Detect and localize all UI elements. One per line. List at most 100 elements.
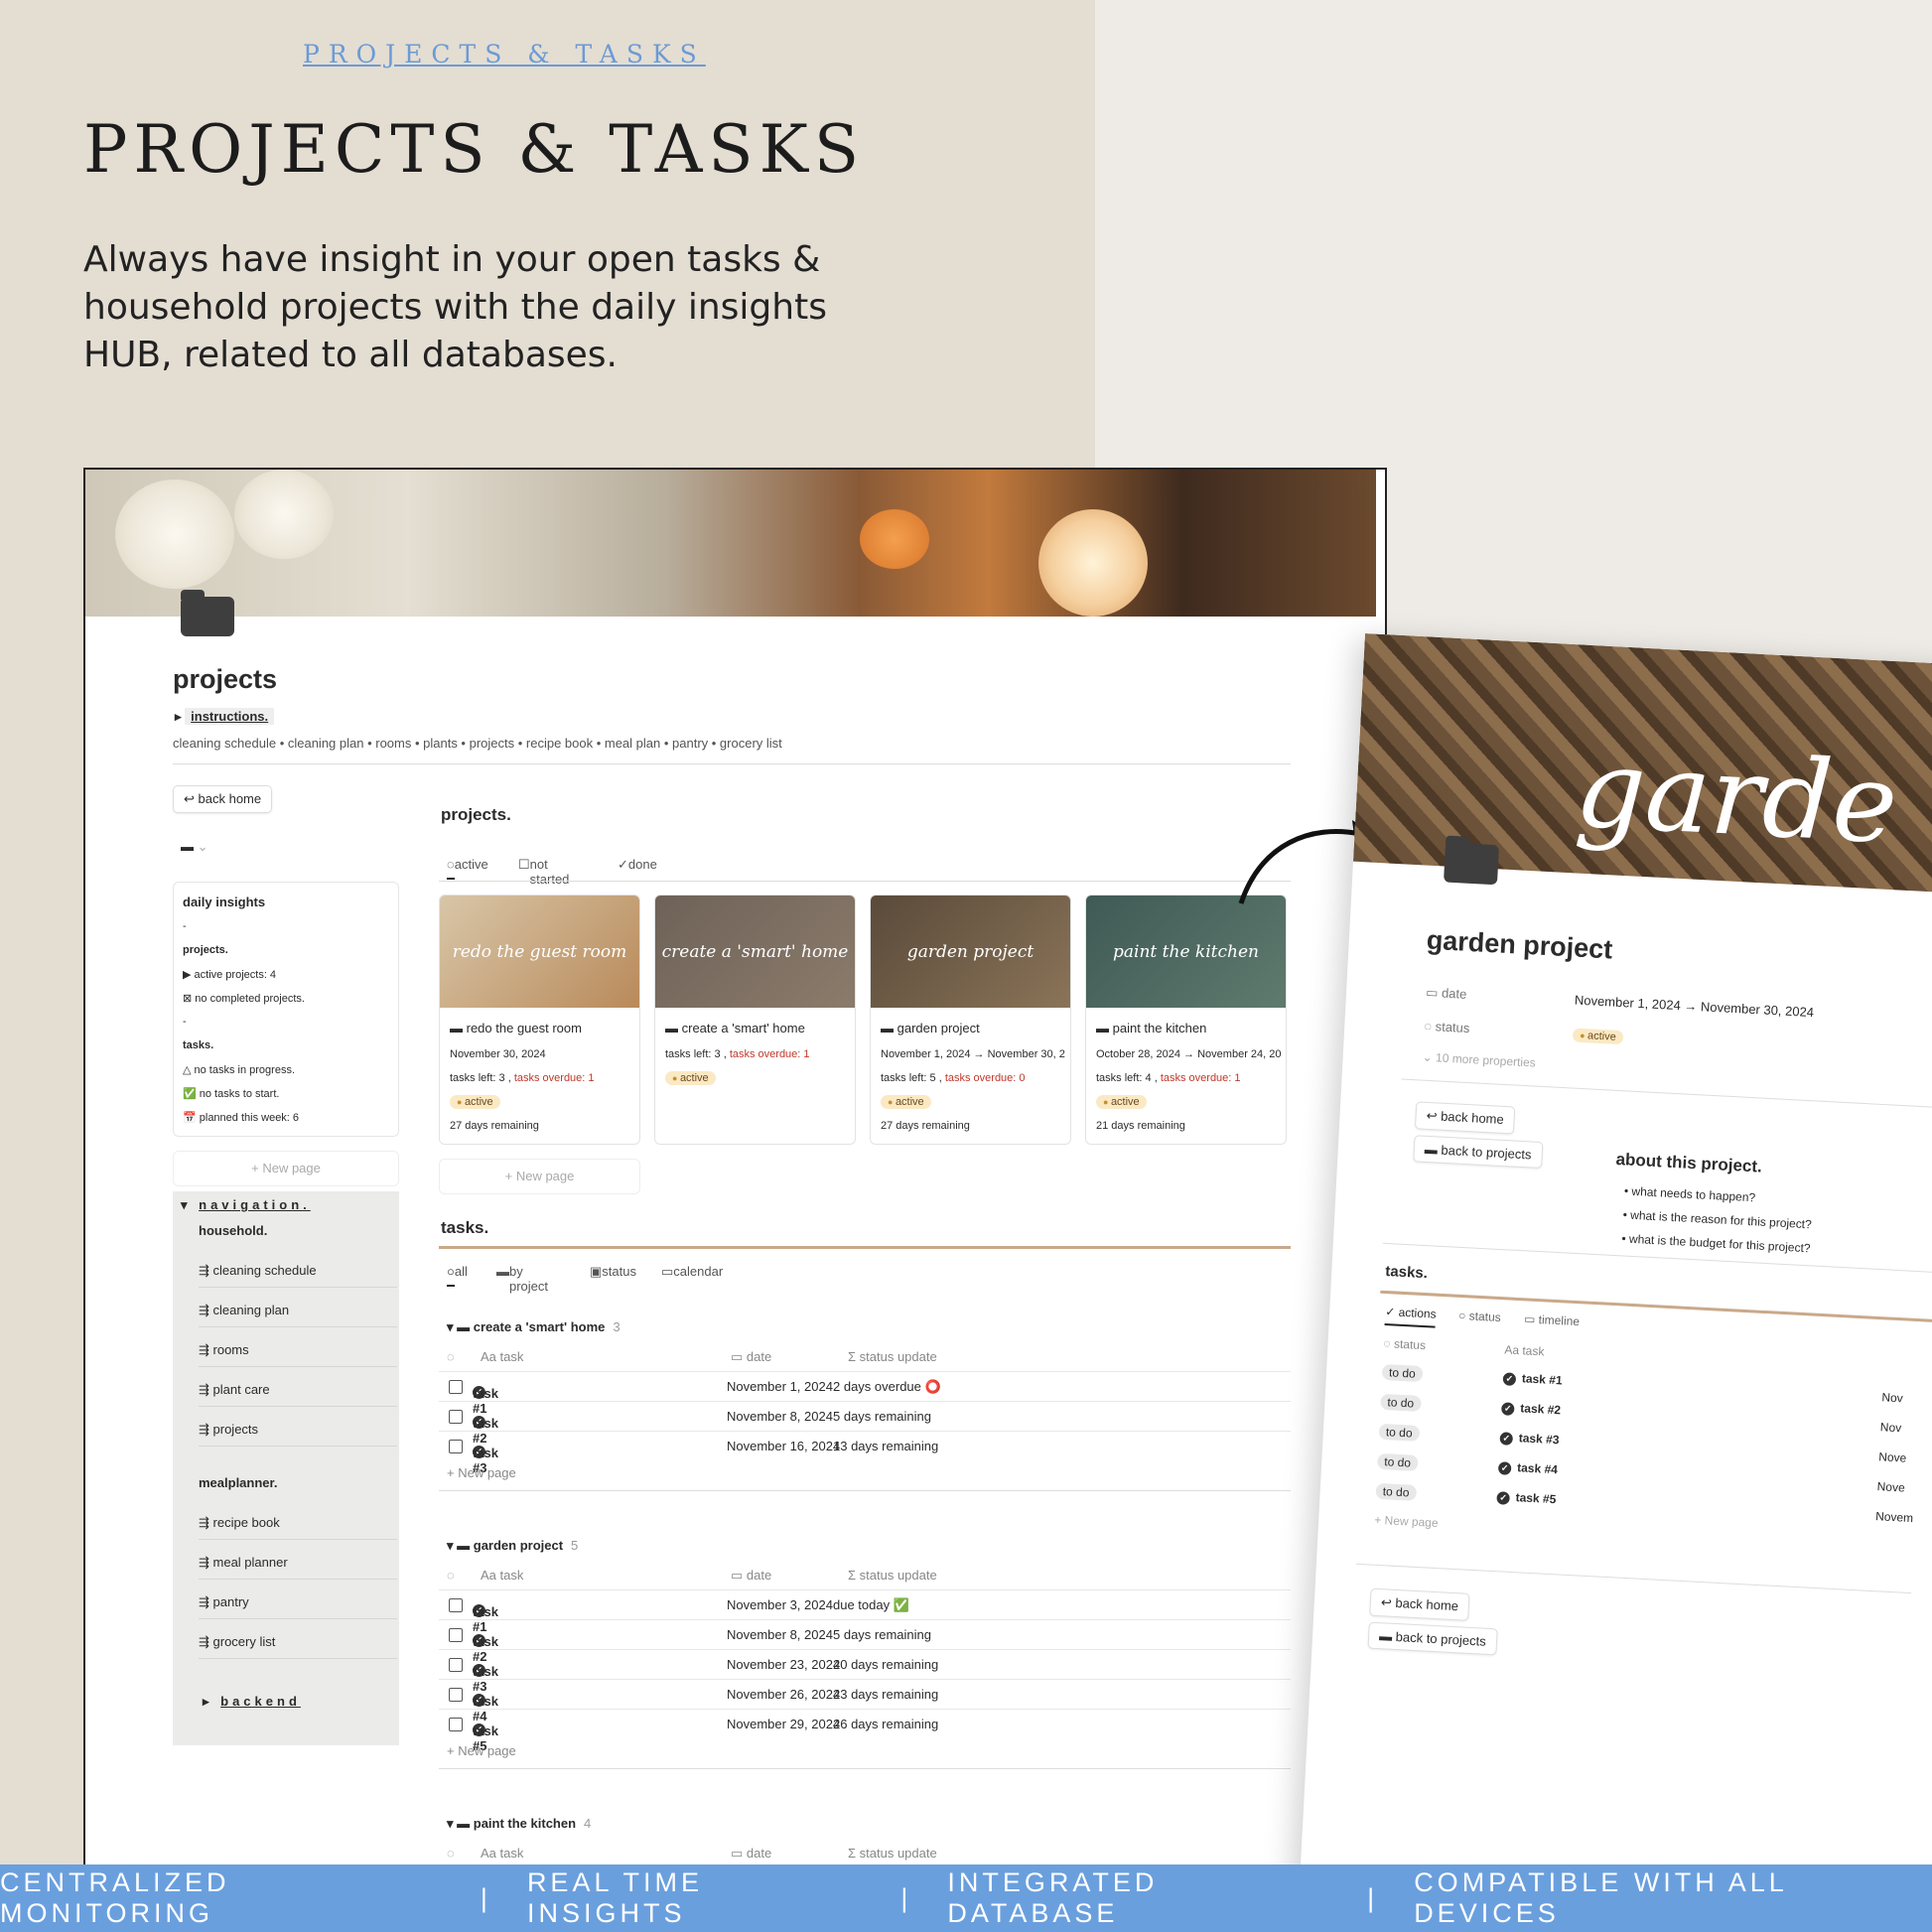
garden-title: garden project	[1426, 924, 1614, 965]
back-home-button[interactable]: ↩ back home	[1414, 1101, 1516, 1135]
nav-label: plant care	[212, 1382, 270, 1397]
check-icon: ✓	[1497, 1461, 1512, 1475]
property-date-value[interactable]: November 1, 2024 → November 30, 2024	[1575, 993, 1815, 1021]
task-status: due today ✅	[833, 1597, 909, 1612]
project-card[interactable]: garden project ▬ garden project November…	[870, 895, 1071, 1145]
card-date: November 1, 2024 → November 30, 2	[881, 1048, 1065, 1060]
group-header[interactable]: ▾ ▬ create a 'smart' home 3	[447, 1319, 621, 1335]
card-date: November 30, 2024	[450, 1048, 546, 1060]
tab-by-project[interactable]: ▬ by project	[496, 1264, 548, 1294]
todo-badge[interactable]: to do	[1375, 1482, 1417, 1501]
project-card[interactable]: paint the kitchen ▬ paint the kitchen Oc…	[1085, 895, 1287, 1145]
nav-item-recipe-book[interactable]: ⇶ recipe book	[199, 1515, 397, 1540]
back-to-projects-button[interactable]: ▬ back to projects	[1413, 1135, 1544, 1170]
column-header-status[interactable]: Σ status update	[848, 1349, 937, 1364]
card-tasks-left: tasks left: 3 ,	[665, 1048, 727, 1060]
property-status: ◌ status	[1424, 1018, 1470, 1036]
tab-label: timeline	[1538, 1312, 1581, 1329]
column-header-date[interactable]: ▭ date	[731, 1846, 771, 1862]
column-header-date[interactable]: ▭ date	[731, 1568, 771, 1584]
back-home-button[interactable]: ↩ back home	[173, 785, 273, 813]
table-row[interactable]: ✓ task #1 November 3, 2024 due today ✅	[439, 1589, 1291, 1634]
more-properties-toggle[interactable]: ⌄ 10 more properties	[1422, 1050, 1536, 1070]
nav-item-plant-care[interactable]: ⇶ plant care	[199, 1382, 397, 1407]
tab-status[interactable]: ▣ status	[590, 1264, 636, 1280]
nav-item-cleaning-plan[interactable]: ⇶ cleaning plan	[199, 1303, 397, 1327]
nav-item-projects[interactable]: ⇶ projects	[199, 1422, 397, 1447]
folder-dropdown[interactable]: ▬ ⌄	[181, 839, 208, 855]
breadcrumb[interactable]: cleaning schedule • cleaning plan • room…	[173, 736, 782, 751]
row-checkbox[interactable]	[449, 1718, 463, 1731]
new-page-button[interactable]: + New page	[173, 1151, 399, 1186]
row-checkbox[interactable]	[449, 1658, 463, 1672]
check-icon: ✓	[1500, 1402, 1515, 1416]
task-name[interactable]: ✓ task #3	[1499, 1430, 1560, 1448]
tab-done[interactable]: ✓ done	[618, 857, 657, 873]
column-header-task[interactable]: Aa task	[481, 1846, 523, 1861]
new-page-button[interactable]: + New page	[439, 1159, 640, 1194]
insights-planned: 📅 planned this week: 6	[183, 1112, 300, 1124]
row-checkbox[interactable]	[449, 1688, 463, 1702]
nav-item-pantry[interactable]: ⇶ pantry	[199, 1594, 397, 1619]
task-name[interactable]: ✓ task #5	[1496, 1489, 1557, 1507]
nav-item-cleaning-schedule[interactable]: ⇶ cleaning schedule	[199, 1263, 397, 1288]
row-checkbox[interactable]	[449, 1410, 463, 1424]
todo-badge[interactable]: to do	[1380, 1393, 1422, 1412]
table-row[interactable]: ✓ task #2 November 8, 2024 5 days remaining	[439, 1401, 1291, 1446]
project-card[interactable]: redo the guest room ▬ redo the guest roo…	[439, 895, 640, 1145]
nav-item-rooms[interactable]: ⇶ rooms	[199, 1342, 397, 1367]
card-title: ▬ redo the guest room	[450, 1021, 582, 1035]
project-card[interactable]: create a 'smart' home ▬ create a 'smart'…	[654, 895, 856, 1145]
table-row[interactable]: ✓ task #4 November 26, 2024 23 days remaini…	[439, 1679, 1291, 1724]
navigation-toggle[interactable]: ▾ navigation.	[181, 1197, 311, 1213]
row-checkbox[interactable]	[449, 1380, 463, 1394]
tab-status[interactable]: ○ status	[1458, 1309, 1501, 1324]
column-header-status[interactable]: ◌ status	[1383, 1336, 1426, 1352]
new-page-row[interactable]: + New page	[447, 1465, 516, 1480]
todo-badge[interactable]: to do	[1376, 1452, 1419, 1471]
task-name[interactable]: ✓ task #1	[1502, 1370, 1563, 1388]
nav-item-grocery-list[interactable]: ⇶ grocery list	[199, 1634, 397, 1659]
hero-description: Always have insight in your open tasks &…	[83, 239, 827, 375]
todo-badge[interactable]: to do	[1378, 1423, 1421, 1442]
row-checkbox[interactable]	[449, 1598, 463, 1612]
tab-calendar[interactable]: ▭ calendar	[661, 1264, 723, 1280]
task-date: November 26, 2024	[727, 1687, 841, 1702]
new-page-row[interactable]: + New page	[447, 1743, 516, 1758]
table-row[interactable]: ✓ task #1 November 1, 2024 2 days overdue ⭕	[439, 1371, 1291, 1416]
divider	[439, 1490, 1291, 1491]
tab-not-started[interactable]: ☐ not started	[518, 857, 569, 887]
nav-label: cleaning schedule	[212, 1263, 317, 1278]
table-row[interactable]: ✓ task #2 November 8, 2024 5 days remaining	[439, 1619, 1291, 1664]
row-checkbox[interactable]	[449, 1440, 463, 1453]
tab-all[interactable]: ○ all	[447, 1264, 468, 1287]
table-row[interactable]: ✓ task #5 November 29, 2024 26 days remaini…	[439, 1709, 1291, 1753]
row-checkbox[interactable]	[449, 1628, 463, 1642]
backend-toggle[interactable]: ▸ backend	[203, 1694, 301, 1710]
column-header-status[interactable]: Σ status update	[848, 1568, 937, 1583]
tab-timeline[interactable]: ▭ timeline	[1524, 1311, 1581, 1328]
back-to-projects-button[interactable]: ▬ back to projects	[1367, 1621, 1498, 1656]
column-header-task[interactable]: Aa task	[481, 1349, 523, 1364]
tab-actions[interactable]: ✓ actions	[1384, 1305, 1438, 1328]
group-header[interactable]: ▾ ▬ garden project 5	[447, 1538, 578, 1554]
table-row[interactable]: ✓ task #3 November 23, 2024 20 days remaini…	[439, 1649, 1291, 1694]
new-page-row[interactable]: + New page	[1374, 1513, 1439, 1530]
task-name[interactable]: ✓ task #2	[1500, 1400, 1561, 1418]
back-to-projects-label: back to projects	[1441, 1142, 1532, 1163]
back-home-button[interactable]: ↩ back home	[1369, 1587, 1470, 1621]
column-header-task[interactable]: Aa task	[481, 1568, 523, 1583]
column-header-status[interactable]: Σ status update	[848, 1846, 937, 1861]
todo-badge[interactable]: to do	[1381, 1363, 1424, 1383]
tab-active[interactable]: ◌ active	[447, 857, 488, 880]
task-name[interactable]: ✓ task #4	[1497, 1459, 1558, 1477]
status-badge[interactable]: active	[1572, 1028, 1624, 1045]
column-header-date[interactable]: ▭ date	[731, 1349, 771, 1365]
nav-item-meal-planner[interactable]: ⇶ meal planner	[199, 1555, 397, 1580]
group-header[interactable]: ▾ ▬ paint the kitchen 4	[447, 1816, 591, 1832]
tab-label: status	[602, 1264, 636, 1279]
instructions-toggle[interactable]: ▸ instructions.	[175, 708, 275, 725]
column-header-task[interactable]: Aa task	[1504, 1342, 1545, 1358]
divider	[439, 881, 1291, 882]
table-row[interactable]: ✓ task #3 November 16, 2024 13 days remaini…	[439, 1431, 1291, 1475]
